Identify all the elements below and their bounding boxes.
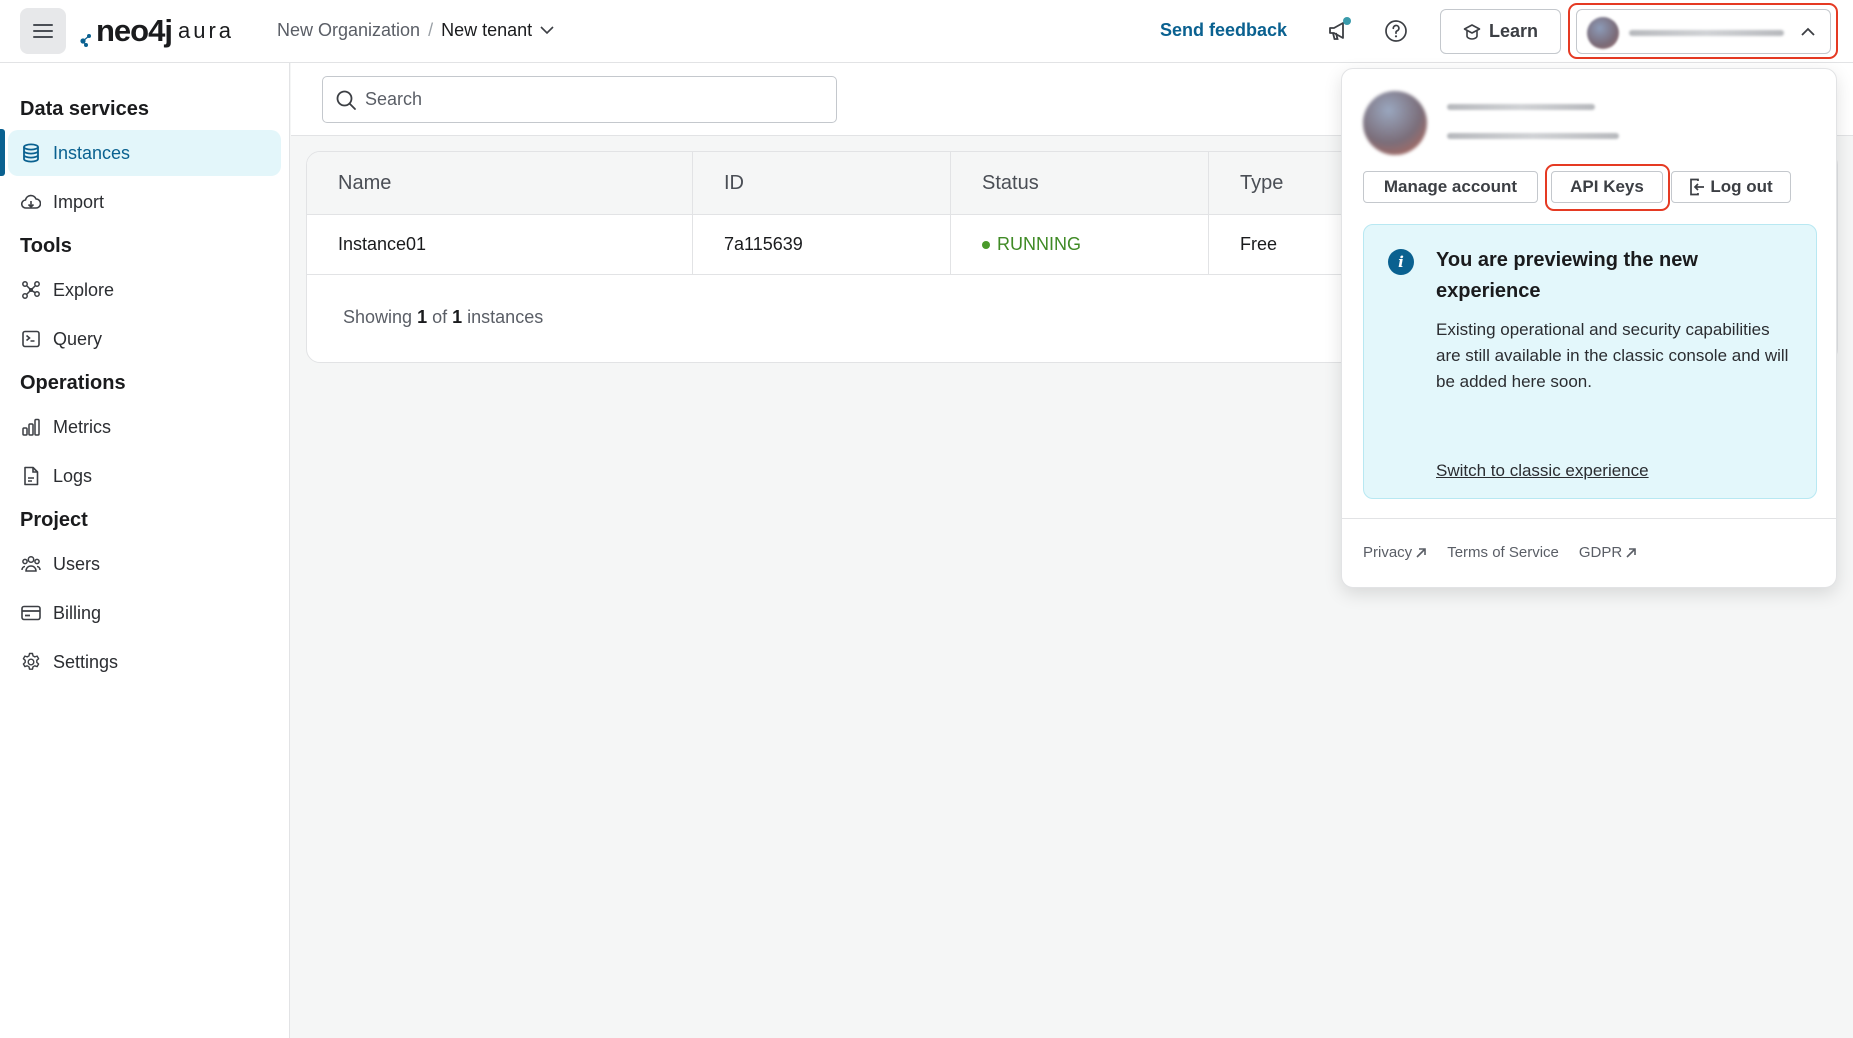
send-feedback-link[interactable]: Send feedback (1160, 20, 1287, 41)
help-button[interactable] (1381, 16, 1411, 46)
megaphone-icon (1329, 17, 1351, 40)
graduation-cap-icon (1463, 23, 1481, 40)
credit-card-icon (21, 603, 41, 623)
question-circle-icon (1385, 20, 1407, 42)
terminal-icon (21, 329, 41, 349)
sidebar-item-users[interactable]: Users (8, 541, 281, 587)
column-header-name[interactable]: Name (307, 152, 693, 214)
learn-button[interactable]: Learn (1440, 9, 1561, 54)
hamburger-menu-icon (33, 24, 53, 38)
users-icon (21, 554, 41, 574)
sidebar-item-label: Metrics (53, 416, 111, 437)
terms-of-service-link[interactable]: Terms of Service (1447, 544, 1559, 561)
sidebar-item-label: Explore (53, 279, 115, 300)
gdpr-link[interactable]: GDPR (1579, 544, 1637, 561)
user-name-redacted (1447, 104, 1595, 110)
gear-icon (21, 652, 41, 672)
breadcrumb-organization[interactable]: New Organization (277, 20, 420, 41)
sidebar-item-label: Query (53, 328, 103, 349)
notice-body: Existing operational and security capabi… (1436, 320, 1789, 391)
manage-account-button[interactable]: Manage account (1363, 171, 1538, 203)
column-header-status[interactable]: Status (951, 152, 1209, 214)
document-icon (21, 466, 41, 486)
summary-of: of (432, 307, 448, 327)
user-menu-popover: Manage account API Keys Log out i You ar… (1341, 68, 1837, 588)
sidebar-item-import[interactable]: Import (8, 179, 281, 225)
section-title-tools: Tools (20, 235, 72, 257)
database-icon (21, 143, 41, 163)
log-out-label: Log out (1710, 177, 1773, 196)
privacy-link[interactable]: Privacy (1363, 544, 1427, 561)
summary-prefix: Showing (343, 307, 413, 327)
pagination-summary: Showing 1 of 1 instances (343, 307, 543, 328)
external-link-icon (1626, 547, 1637, 558)
api-keys-highlight (1545, 164, 1670, 211)
external-link-icon (1416, 547, 1426, 558)
notice-title: You are previewing the new experience (1436, 249, 1698, 302)
bar-chart-icon (21, 417, 41, 437)
breadcrumb: New Organization / New tenant (277, 20, 554, 41)
active-indicator (0, 129, 5, 176)
search-field[interactable] (322, 76, 837, 123)
sidebar-item-label: Billing (53, 602, 102, 623)
section-title-project: Project (20, 509, 88, 531)
status-dot-icon (982, 240, 990, 249)
sidebar-item-label: Users (53, 553, 101, 574)
cell-id: 7a115639 (693, 215, 951, 274)
sidebar-item-label: Instances (53, 142, 131, 163)
logo-text: neo4j (96, 13, 173, 48)
cell-name: Instance01 (307, 215, 693, 274)
cell-status: RUNNING (951, 215, 1209, 274)
menu-toggle-button[interactable] (20, 8, 66, 54)
sidebar-item-explore[interactable]: Explore (8, 267, 281, 313)
sidebar-item-label: Import (53, 191, 105, 212)
search-icon (336, 90, 356, 110)
top-bar: neo4j aura New Organization / New tenant… (0, 0, 1853, 63)
breadcrumb-tenant: New tenant (441, 20, 533, 40)
sidebar-item-metrics[interactable]: Metrics (8, 404, 281, 450)
user-menu-highlight (1568, 3, 1838, 59)
summary-total-count: 1 (452, 307, 463, 327)
search-input[interactable] (365, 89, 825, 110)
log-out-icon (1690, 178, 1705, 196)
user-avatar-large (1363, 91, 1427, 155)
popover-divider (1342, 518, 1836, 519)
sidebar-item-billing[interactable]: Billing (8, 590, 281, 636)
sidebar-item-label: Settings (53, 651, 119, 672)
graph-nodes-icon (21, 280, 41, 300)
sidebar-item-instances[interactable]: Instances (8, 130, 281, 176)
sidebar-item-label: Logs (53, 465, 93, 486)
sidebar-item-logs[interactable]: Logs (8, 453, 281, 499)
terms-label: Terms of Service (1447, 544, 1559, 561)
user-email-redacted (1447, 133, 1619, 139)
privacy-label: Privacy (1363, 544, 1413, 561)
column-header-id[interactable]: ID (693, 152, 951, 214)
logo-suffix: aura (177, 18, 235, 43)
new-experience-notice: i You are previewing the new experience … (1363, 224, 1817, 499)
log-out-button[interactable]: Log out (1671, 171, 1791, 203)
chevron-down-icon (540, 26, 554, 35)
info-icon: i (1388, 249, 1414, 275)
section-title-data-services: Data services (20, 98, 149, 120)
sidebar-item-settings[interactable]: Settings (8, 639, 281, 685)
status-badge: RUNNING (982, 234, 1081, 255)
summary-shown-count: 1 (417, 307, 428, 327)
neo4j-aura-logo[interactable]: neo4j aura (80, 10, 234, 52)
cloud-upload-icon (21, 192, 41, 212)
tenant-selector[interactable]: New tenant (441, 20, 554, 41)
section-title-operations: Operations (20, 372, 126, 394)
announcements-button[interactable] (1325, 16, 1355, 46)
status-text: RUNNING (997, 234, 1081, 254)
gdpr-label: GDPR (1578, 544, 1623, 561)
sidebar-item-query[interactable]: Query (8, 316, 281, 362)
summary-suffix: instances (467, 307, 544, 327)
sidebar: Data services Instances Import Tools Exp… (0, 63, 290, 1038)
switch-classic-link[interactable]: Switch to classic experience (1436, 461, 1649, 481)
popover-footer-links: Privacy Terms of Service GDPR (1363, 544, 1637, 561)
learn-label: Learn (1488, 21, 1539, 41)
breadcrumb-separator: / (428, 20, 434, 40)
